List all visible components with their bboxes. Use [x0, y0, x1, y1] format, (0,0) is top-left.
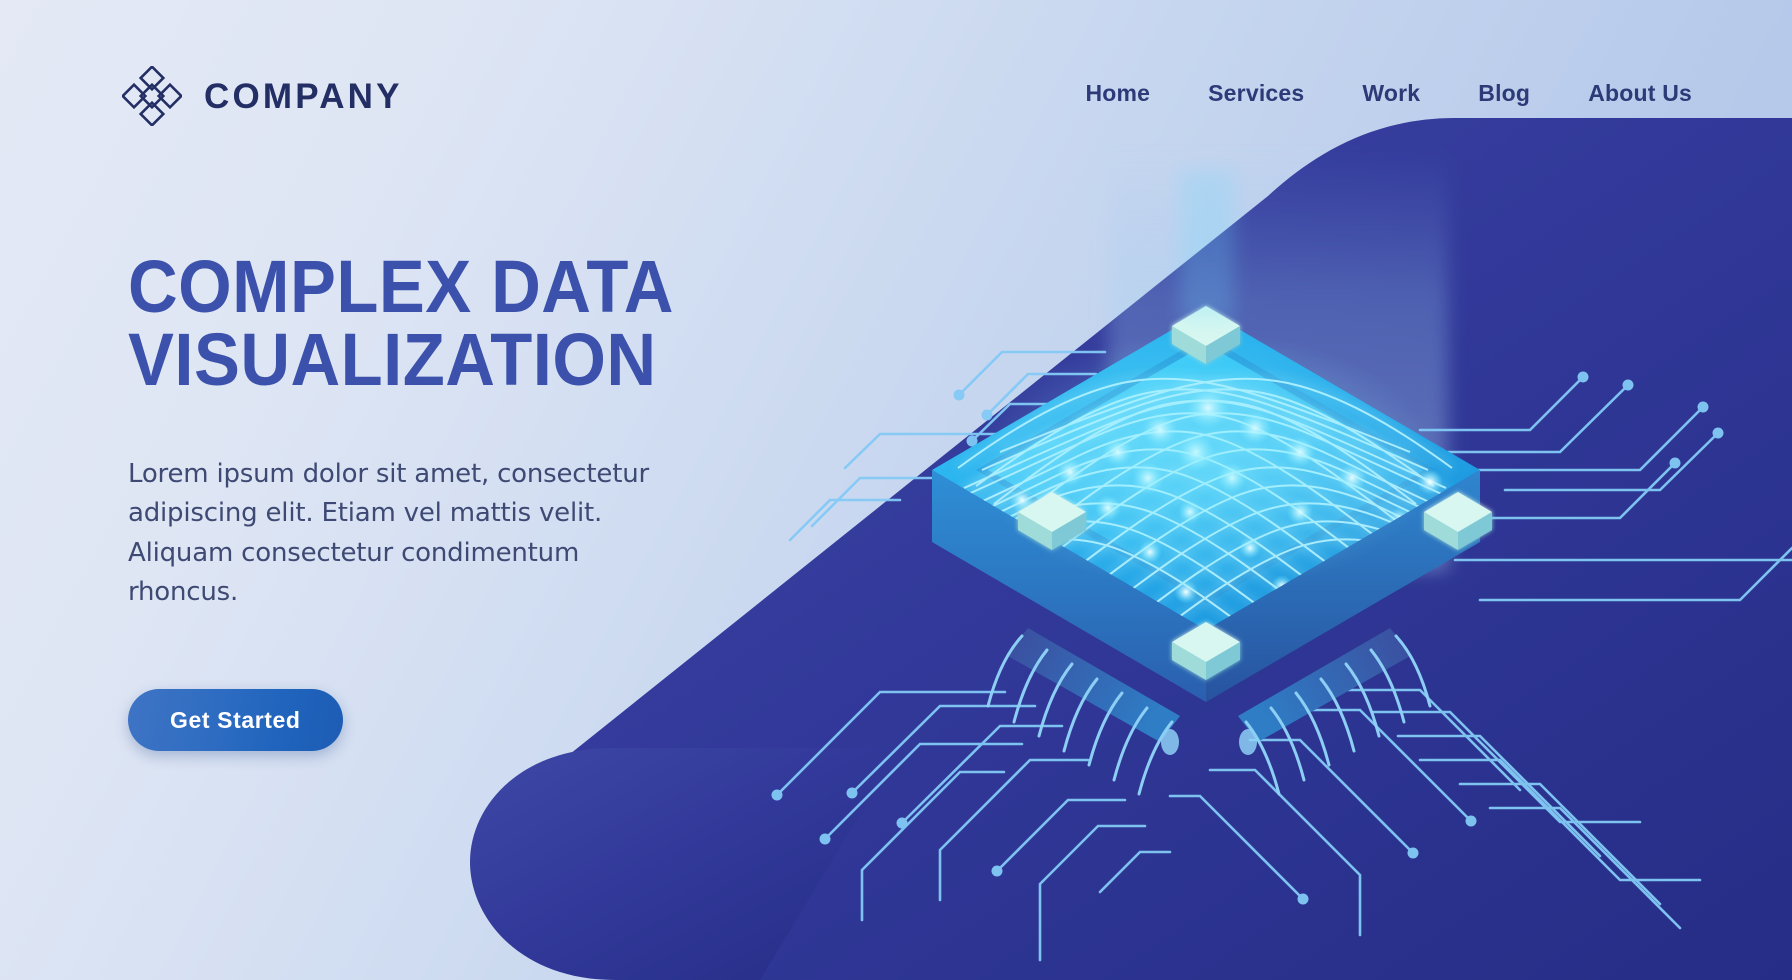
mesh-ambient-glow [976, 332, 1436, 592]
get-started-button[interactable]: Get Started [128, 688, 343, 751]
nav-link-about-us[interactable]: About Us [1588, 80, 1692, 107]
page-title-line-1: COMPLEX DATA [128, 245, 674, 328]
chip-pins-right [1238, 628, 1432, 796]
main-navigation: Home Services Work Blog About Us [1085, 80, 1692, 107]
nav-link-services[interactable]: Services [1208, 80, 1304, 107]
brand-name: COMPANY [204, 76, 403, 116]
circuit-traces [771, 350, 1792, 962]
nav-link-home[interactable]: Home [1085, 80, 1150, 107]
landing-page: COMPANY Home Services Work Blog About Us… [0, 0, 1792, 980]
corner-cubes [1018, 306, 1492, 680]
mesh-nodes [1009, 386, 1443, 604]
site-header: COMPANY Home Services Work Blog About Us [0, 0, 1792, 190]
diamond-lattice-logo-icon [122, 66, 182, 126]
page-title: COMPLEX DATA VISUALIZATION [128, 250, 779, 397]
page-title-line-2: VISUALIZATION [128, 318, 657, 402]
brand-logo[interactable]: COMPANY [122, 66, 403, 126]
chip-body [932, 310, 1480, 702]
light-beam [1108, 150, 1448, 570]
nav-link-blog[interactable]: Blog [1478, 80, 1530, 107]
chip-pins-left [986, 628, 1180, 796]
data-mesh-surface [932, 377, 1480, 630]
cube-glow-columns [1180, 170, 1234, 320]
hero-description: Lorem ipsum dolor sit amet, consectetur … [128, 458, 649, 608]
hero-section: COMPLEX DATA VISUALIZATION Lorem ipsum d… [128, 250, 828, 751]
nav-link-work[interactable]: Work [1362, 80, 1420, 107]
